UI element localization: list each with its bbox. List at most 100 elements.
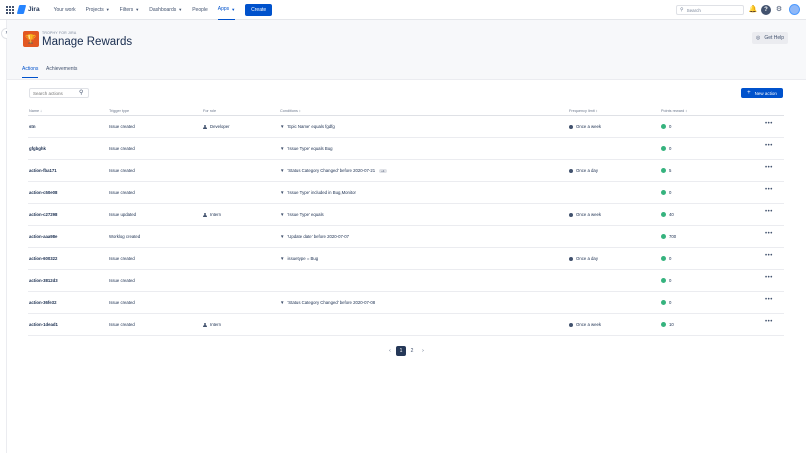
more-actions-icon[interactable]: ••• <box>765 187 773 193</box>
table-row[interactable]: action-3812d3 Issue created 0 ••• <box>28 270 784 292</box>
table-row[interactable]: action-600322 Issue created ▼ issuetype = B… <box>28 248 784 270</box>
filter-icon: ▼ <box>280 212 285 217</box>
condition-cell: ▼ 'Issue Type' included in Bug,Monitor <box>280 190 356 195</box>
frequency-label: Once a day <box>576 256 598 261</box>
jira-logo-text: Jira <box>28 6 40 13</box>
more-conditions-badge[interactable]: +1 <box>379 168 387 173</box>
create-button[interactable]: Create <box>245 3 273 16</box>
points-value: 0 <box>669 124 672 129</box>
filter-icon: ▼ <box>280 190 285 195</box>
pagination-prev[interactable]: ‹ <box>385 346 395 356</box>
condition-text: 'Epic Name' equals fgdfg <box>287 124 335 129</box>
nav-filters[interactable]: Filters ▼ <box>120 0 140 20</box>
points-value: 0 <box>669 278 672 283</box>
avatar[interactable] <box>789 4 800 15</box>
points-value: 10 <box>669 322 674 327</box>
action-name[interactable]: action-3812d3 <box>29 278 58 283</box>
user-icon <box>203 212 207 217</box>
nav-people[interactable]: People <box>192 0 208 20</box>
nav-label: People <box>192 6 208 13</box>
more-actions-icon[interactable]: ••• <box>765 297 773 303</box>
trigger-type: Issue created <box>109 190 135 195</box>
action-name[interactable]: action-1dead1 <box>29 322 58 327</box>
tab-achievements[interactable]: Achievements <box>46 66 77 77</box>
gear-icon[interactable]: ⚙ <box>774 5 784 15</box>
search-icon[interactable]: ⚲ <box>79 89 83 96</box>
filter-icon: ▼ <box>280 146 285 151</box>
app-switcher-icon[interactable] <box>6 5 14 14</box>
table-row[interactable]: action-1dead1 Issue created Intern Once a w… <box>28 314 784 336</box>
pagination-page-1[interactable]: 1 <box>396 346 406 356</box>
action-name[interactable]: action-fba171 <box>29 168 57 173</box>
table-row[interactable]: gfgbghk Issue created ▼ 'Issue Type' equals… <box>28 138 784 160</box>
clock-icon <box>569 212 573 217</box>
action-name[interactable]: action-c50e08 <box>29 190 57 195</box>
more-actions-icon[interactable]: ••• <box>765 253 773 259</box>
more-actions-icon[interactable]: ••• <box>765 165 773 171</box>
nav-label: Dashboards <box>149 6 177 13</box>
points-cell: 10 <box>661 322 674 327</box>
nav-projects[interactable]: Projects ▼ <box>86 0 110 20</box>
column-header-conditions[interactable]: Conditions ↕ <box>280 109 301 113</box>
trophy-icon: 🏆 <box>23 31 39 47</box>
action-name[interactable]: gfgbghk <box>29 146 46 151</box>
column-header-points-reward[interactable]: Points reward ↕ <box>661 109 687 113</box>
action-name[interactable]: action-36fe32 <box>29 300 56 305</box>
points-value: 0 <box>669 190 672 195</box>
table-row[interactable]: action-c50e08 Issue created ▼ 'Issue Type' … <box>28 182 784 204</box>
condition-cell: ▼ issuetype = Bug <box>280 256 318 261</box>
points-cell: 0 <box>661 256 671 261</box>
action-name[interactable]: action-aaa98e <box>29 234 57 239</box>
more-actions-icon[interactable]: ••• <box>765 209 773 215</box>
condition-text: 'Update date' before 2020-07-07 <box>287 234 350 239</box>
more-actions-icon[interactable]: ••• <box>765 319 773 325</box>
column-header-trigger-type: Trigger type <box>109 109 130 113</box>
get-help-button[interactable]: ◎ Get Help <box>752 32 788 44</box>
action-name[interactable]: stn <box>29 124 35 129</box>
points-icon <box>661 256 666 261</box>
frequency-label: Once a day <box>576 168 598 173</box>
nav-dashboards[interactable]: Dashboards ▼ <box>149 0 182 20</box>
points-value: 0 <box>669 146 672 151</box>
pagination-page-2[interactable]: 2 <box>407 346 417 356</box>
condition-cell: ▼ 'Epic Name' equals fgdfg <box>280 124 335 129</box>
table-row[interactable]: action-aaa98e Worklog created ▼ 'Update dat… <box>28 226 784 248</box>
chevron-down-icon: ▼ <box>105 7 110 12</box>
points-cell: 0 <box>661 124 671 129</box>
chevron-down-icon: ▼ <box>135 7 140 12</box>
column-header-frequency-limit[interactable]: Frequency limit ↕ <box>569 109 598 113</box>
points-icon <box>661 234 666 239</box>
column-header-name[interactable]: Name ↓ <box>29 109 42 113</box>
more-actions-icon[interactable]: ••• <box>765 231 773 237</box>
action-name[interactable]: action-600322 <box>29 256 57 261</box>
condition-text: 'Issue Type' equals Bug <box>287 146 333 151</box>
global-search-input[interactable]: ⚲ Search <box>676 5 744 15</box>
trigger-type: Issue created <box>109 256 135 261</box>
table-row[interactable]: action-c27298 Issue updated Intern ▼ 'Issue … <box>28 204 784 226</box>
tab-actions[interactable]: Actions <box>22 66 39 78</box>
jira-logo-icon <box>16 5 27 14</box>
pagination-next[interactable]: › <box>418 346 428 356</box>
nav-label: Projects <box>85 6 104 13</box>
nav-label: Your work <box>53 6 76 13</box>
frequency-cell: Once a day <box>569 168 598 173</box>
notifications-icon[interactable]: 🔔 <box>748 5 758 15</box>
help-icon[interactable]: ? <box>761 5 771 15</box>
points-icon <box>661 146 666 151</box>
table-row[interactable]: stn Issue created Developer ▼ 'Epic Name' eq… <box>28 116 784 138</box>
action-name[interactable]: action-c27298 <box>29 212 57 217</box>
nav-apps[interactable]: Apps ▼ <box>217 0 236 20</box>
new-action-button[interactable]: + New action <box>741 88 783 98</box>
more-actions-icon[interactable]: ••• <box>765 143 773 149</box>
more-actions-icon[interactable]: ••• <box>765 121 773 127</box>
clock-icon <box>569 168 573 173</box>
more-actions-icon[interactable]: ••• <box>765 275 773 281</box>
search-icon: ⚲ <box>680 7 684 13</box>
points-icon <box>661 124 666 129</box>
jira-logo[interactable]: Jira <box>16 5 40 14</box>
column-header-for-role: For role <box>203 109 217 113</box>
table-row[interactable]: action-36fe32 Issue created ▼ 'Status Categ… <box>28 292 784 314</box>
lifebuoy-icon: ◎ <box>755 35 761 41</box>
nav-your-work[interactable]: Your work <box>54 0 76 20</box>
table-row[interactable]: action-fba171 Issue created ▼ 'Status Categ… <box>28 160 784 182</box>
